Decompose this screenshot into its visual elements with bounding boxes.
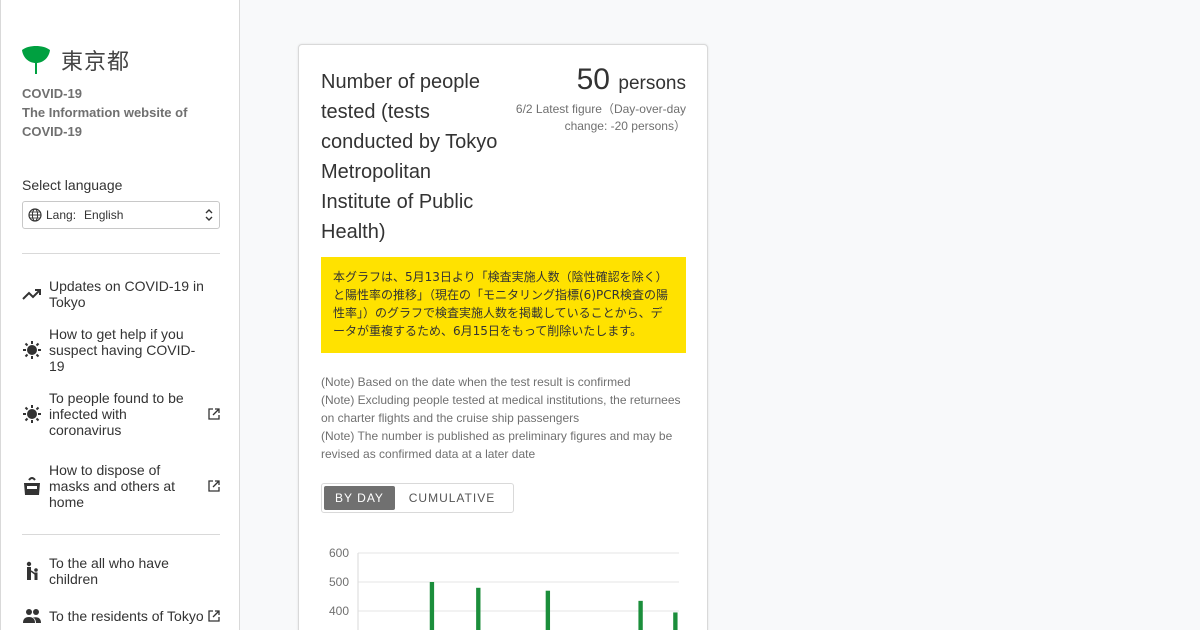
parent-child-icon: [22, 561, 42, 581]
nav-item-masks[interactable]: How to dispose of masks and others at ho…: [22, 462, 220, 510]
note-line: (Note) Excluding people tested at medica…: [321, 393, 681, 425]
site-title-line: COVID-19: [22, 124, 82, 139]
y-tick-label: 600: [329, 546, 349, 560]
nav-item-children[interactable]: To the all who have children: [22, 555, 220, 587]
by-day-button[interactable]: BY DAY: [324, 486, 395, 510]
sidebar: 東京都 COVID-19 The Information website of …: [0, 0, 240, 630]
chart-bar[interactable]: [673, 612, 678, 630]
virus-icon: [22, 404, 42, 424]
cumulative-button[interactable]: CUMULATIVE: [395, 486, 509, 510]
nav-item-get-help[interactable]: How to get help if you suspect having CO…: [22, 326, 220, 374]
lang-prefix: Lang:: [46, 208, 77, 222]
chart-bar[interactable]: [545, 590, 551, 630]
nav-item-infected[interactable]: To people found to be infected with coro…: [22, 390, 220, 438]
note-line: (Note) Based on the date when the test r…: [321, 375, 631, 389]
tested-count-card: Number of people tested (tests conducted…: [298, 44, 708, 630]
external-link-icon: [208, 480, 220, 492]
site-title-line: The Information website of: [22, 105, 188, 120]
daily-tests-bar-chart: 600 500 400: [329, 546, 679, 630]
view-toggle: BY DAY CUMULATIVE: [321, 483, 514, 513]
y-tick-label: 500: [329, 575, 349, 589]
nav-label: To the residents of Tokyo: [49, 608, 204, 624]
deletion-notice: 本グラフは、5月13日より「検査実施人数（陰性確認を除く）と陽性率の推移」（現在…: [321, 257, 686, 353]
trash-icon: [22, 476, 42, 496]
note-line: (Note) The number is published as prelim…: [321, 429, 673, 461]
tokyo-logo[interactable]: 東京都: [21, 44, 130, 76]
nav-label: To people found to be infected with coro…: [49, 390, 184, 438]
card-title: Number of people tested (tests conducted…: [321, 71, 498, 243]
site-title: COVID-19 The Information website of COVI…: [22, 84, 222, 141]
virus-icon: [22, 340, 42, 360]
logo-text: 東京都: [61, 50, 131, 75]
nav-label: Updates on COVID-19 in Tokyo: [49, 278, 204, 310]
nav-item-residents[interactable]: To the residents of Tokyo: [22, 607, 220, 625]
chevron-updown-icon: [205, 209, 213, 221]
people-icon: [22, 606, 42, 626]
external-link-icon: [208, 408, 220, 420]
language-select[interactable]: Lang: English: [22, 201, 220, 229]
y-tick-label: 400: [329, 604, 349, 618]
ginkgo-leaf-icon: [22, 46, 50, 74]
nav-label: To the all who have children: [49, 555, 169, 587]
chart-bar[interactable]: [638, 600, 643, 630]
chart-bar[interactable]: [429, 582, 435, 630]
nav-item-updates[interactable]: Updates on COVID-19 in Tokyo: [22, 278, 220, 310]
figure-value: 50: [576, 63, 610, 96]
lang-value: English: [84, 208, 124, 222]
chart-bar[interactable]: [476, 587, 481, 630]
latest-figure: 50 persons: [577, 63, 686, 97]
external-link-icon: [208, 610, 220, 622]
trending-up-icon: [22, 284, 42, 304]
language-label: Select language: [22, 177, 123, 193]
nav-label: How to get help if you suspect having CO…: [49, 326, 196, 374]
notes: (Note) Based on the date when the test r…: [321, 373, 691, 463]
nav-label: How to dispose of masks and others at ho…: [49, 462, 176, 510]
figure-subtext: 6/2 Latest figure（Day-over-day change: -…: [515, 102, 686, 133]
sidebar-divider: [22, 534, 220, 535]
site-title-line: COVID-19: [22, 86, 82, 101]
sidebar-divider: [22, 253, 220, 254]
figure-unit: persons: [618, 73, 686, 94]
globe-icon: [28, 208, 42, 222]
